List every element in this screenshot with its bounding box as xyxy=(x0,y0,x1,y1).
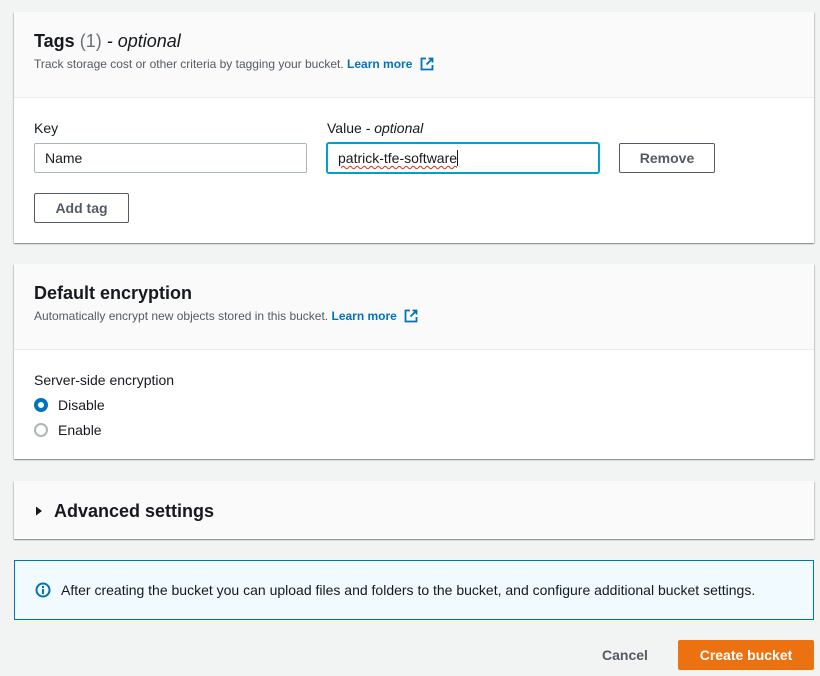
radio-disable[interactable]: Disable xyxy=(34,396,105,414)
tags-count: (1) xyxy=(79,31,102,51)
radio-enable[interactable]: Enable xyxy=(34,421,102,439)
tags-title: Tags (1) - optional xyxy=(34,31,181,51)
encryption-description: Automatically encrypt new objects stored… xyxy=(34,308,794,324)
info-icon xyxy=(35,582,51,598)
radio-button-selected[interactable] xyxy=(34,398,48,412)
advanced-settings-toggle[interactable]: Advanced settings xyxy=(34,500,214,522)
info-text: After creating the bucket you can upload… xyxy=(61,582,756,598)
caret-right-icon[interactable] xyxy=(34,505,44,517)
cancel-button[interactable]: Cancel xyxy=(588,640,662,670)
sse-label: Server-side encryption xyxy=(34,372,175,388)
encryption-panel: Default encryption Automatically encrypt… xyxy=(14,264,814,459)
tags-learn-more-link[interactable]: Learn more xyxy=(347,57,412,71)
external-link-icon[interactable] xyxy=(404,309,418,323)
encryption-learn-more-link[interactable]: Learn more xyxy=(331,309,396,323)
encryption-title: Default encryption xyxy=(34,283,193,303)
tags-optional: - optional xyxy=(106,31,181,51)
text-caret xyxy=(457,150,459,166)
tags-description: Track storage cost or other criteria by … xyxy=(34,56,794,72)
tag-key-input[interactable]: Name xyxy=(34,143,307,173)
value-label: Value - optional xyxy=(327,120,424,136)
tags-header: Tags (1) - optional Track storage cost o… xyxy=(14,12,814,98)
info-alert: After creating the bucket you can upload… xyxy=(14,560,814,620)
key-label: Key xyxy=(34,120,59,136)
remove-tag-button[interactable]: Remove xyxy=(619,143,715,173)
radio-button[interactable] xyxy=(34,423,48,437)
advanced-settings-panel[interactable]: Advanced settings xyxy=(14,481,814,539)
external-link-icon[interactable] xyxy=(420,57,434,71)
create-bucket-button[interactable]: Create bucket xyxy=(678,640,814,670)
encryption-header: Default encryption Automatically encrypt… xyxy=(14,264,814,350)
advanced-settings-title: Advanced settings xyxy=(54,501,215,521)
tags-panel: Tags (1) - optional Track storage cost o… xyxy=(14,12,814,243)
tag-value-input[interactable]: patrick-tfe-software xyxy=(327,143,599,173)
add-tag-button[interactable]: Add tag xyxy=(34,193,129,223)
